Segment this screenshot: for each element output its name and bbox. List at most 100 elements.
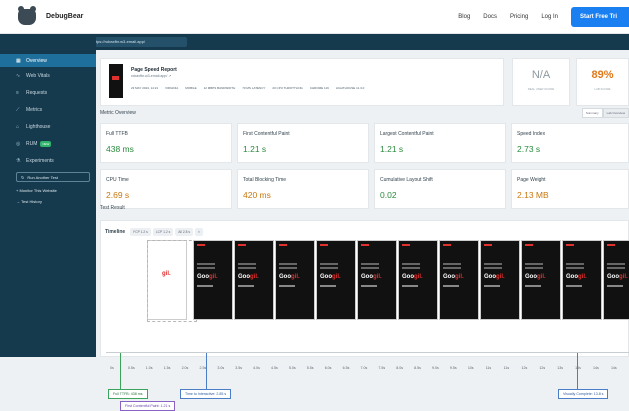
run-another-test-label: Run Another Test (27, 175, 58, 180)
sidebar-item-label: Experiments (26, 158, 54, 164)
metric-label: Full TTFB (106, 131, 128, 137)
sidebar-item-experiments[interactable]: ⚗ Experiments (0, 152, 96, 169)
bear-logo-icon (18, 9, 36, 25)
timeline-tick-label: 12s (521, 366, 539, 370)
filmstrip-frame[interactable]: Googil. (480, 240, 520, 320)
run-another-test-button[interactable]: ↻ Run Another Test (16, 172, 90, 182)
real-user-score-label: REAL USER SCORE (513, 87, 569, 91)
rum-icon: ◎ (16, 141, 22, 147)
filmstrip-frame[interactable]: Googil. (603, 240, 629, 320)
metric-value: 420 ms (243, 190, 271, 200)
frame-subtext-line (402, 285, 418, 287)
metric-value: 438 ms (106, 144, 134, 154)
close-icon[interactable]: × (195, 228, 203, 236)
filmstrip-frame[interactable]: Googil. (398, 240, 438, 320)
lab-score-label: LAB SCORE (577, 87, 628, 91)
frame-heading-text: Googil. (279, 274, 300, 280)
metric-card-full-ttfb[interactable]: Full TTFB 438 ms (100, 123, 232, 163)
refresh-icon: ↻ (21, 175, 24, 180)
all-filter-chip[interactable]: All 2.8 s (175, 228, 193, 236)
metric-card-fcp[interactable]: First Contentful Paint 1.21 s (237, 123, 369, 163)
lcp-filter-chip[interactable]: LCP 1.2 s (153, 228, 173, 236)
sidebar-item-web-vitals[interactable]: ∿ Web Vitals (0, 67, 96, 84)
report-url-link[interactable]: robaxfbr.w3-email.app/ ↗ (131, 74, 171, 78)
timeline-tick-label: 7.5s (378, 366, 396, 370)
timeline-tick-label: 3.5s (235, 366, 253, 370)
app-name: DebugBear (46, 13, 83, 20)
filmstrip-frame[interactable]: Googil. (439, 240, 479, 320)
timeline-tick-label: 0.5s (128, 366, 146, 370)
filmstrip-frame[interactable]: Googil. (275, 240, 315, 320)
filmstrip-frame[interactable]: Googil. (521, 240, 561, 320)
metric-card-tbt[interactable]: Total Blocking Time 420 ms (237, 169, 369, 209)
metric-card-lcp[interactable]: Largest Contentful Paint 1.21 s (374, 123, 506, 163)
timeline-axis (106, 352, 629, 353)
fcp-filter-chip[interactable]: FCP 1.2 s (130, 228, 151, 236)
filmstrip-frame[interactable]: gil. (147, 240, 187, 320)
sidebar-item-overview[interactable]: ▦ Overview (0, 54, 96, 67)
nav-docs-link[interactable]: Docs (483, 14, 497, 20)
metric-card-cpu-time[interactable]: CPU Time 2.69 s (100, 169, 232, 209)
toggle-lab-overview[interactable]: Lab Overview (603, 108, 629, 118)
start-free-trial-button[interactable]: Start Free Tri (571, 7, 629, 27)
app-logo[interactable]: DebugBear (18, 9, 83, 25)
filmstrip-frame[interactable]: Googil. (357, 240, 397, 320)
sidebar-item-metrics[interactable]: ⟋ Metrics (0, 101, 96, 118)
location-meta: VIRGINIA (165, 86, 178, 90)
grid-icon: ▦ (16, 58, 22, 64)
bandwidth-meta: 12 MBPS BANDWIDTH (204, 86, 236, 90)
frame-header-bar (443, 244, 451, 246)
browser-meta: CHROME 119 (310, 86, 329, 90)
latency-meta: 70 MS LATENCY (242, 86, 265, 90)
metric-card-speed-index[interactable]: Speed Index 2.73 s (511, 123, 629, 163)
sidebar-item-requests[interactable]: ≡ Requests (0, 84, 96, 101)
filmstrip-frame[interactable]: Googil. (562, 240, 602, 320)
frame-heading-text: Googil. (566, 274, 587, 280)
tested-url-field[interactable]: https://robaxfbr.w3-email.app/ (87, 37, 187, 47)
metric-card-cls[interactable]: Cumulative Layout Shift 0.02 (374, 169, 506, 209)
test-history-label: Test History (21, 199, 42, 204)
nav-login-link[interactable]: Log In (541, 14, 558, 20)
timeline-tick-label: 11s (504, 366, 522, 370)
timeline-tick-label: 9.0s (432, 366, 450, 370)
sidebar-item-rum[interactable]: ◎ RUM NEW (0, 135, 96, 152)
list-icon: ≡ (16, 90, 22, 96)
frame-text-lines (607, 263, 625, 265)
frame-heading-text: Googil. (443, 274, 464, 280)
metric-card-page-weight[interactable]: Page Weight 2.13 MB (511, 169, 629, 209)
frame-subtext-line (443, 285, 459, 287)
filmstrip-frame[interactable]: Googil. (234, 240, 274, 320)
filmstrip-frame[interactable]: Googil. (316, 240, 356, 320)
sidebar-item-label: RUM (26, 141, 37, 147)
nav-blog-link[interactable]: Blog (458, 14, 470, 20)
timeline-tick-label: 9.5s (450, 366, 468, 370)
tti-marker-line (206, 353, 207, 391)
ttfb-marker[interactable]: Full TTFB: 438 ms (108, 389, 148, 399)
test-history-link[interactable]: → Test History (16, 199, 96, 204)
fcp-marker[interactable]: First Contentful Paint: 1.21 s (120, 401, 175, 411)
timeline-tick-label: 13s (557, 366, 575, 370)
frame-subtext-line (361, 285, 377, 287)
timeline-tick-label: 14s (611, 366, 629, 370)
frame-subtext-line (525, 285, 541, 287)
frame-subtext-line (566, 285, 582, 287)
top-nav-links: Blog Docs Pricing Log In Start Free Tri (458, 0, 629, 34)
sidebar-item-lighthouse[interactable]: ⌂ Lighthouse (0, 118, 96, 135)
tti-marker[interactable]: Time to Interactive: 2.85 s (180, 389, 231, 399)
filmstrip-frame[interactable]: Googil. (193, 240, 233, 320)
toggle-summary[interactable]: Summary (582, 108, 603, 118)
nav-pricing-link[interactable]: Pricing (510, 14, 528, 20)
test-result-title: Test Result (100, 205, 125, 211)
timeline-tick-label: 12s (539, 366, 557, 370)
sidebar-item-label: Web Vitals (26, 73, 50, 79)
timeline-tick-label: 7.0s (360, 366, 378, 370)
frame-selection-outline (147, 240, 197, 322)
frame-header-bar (484, 244, 492, 246)
sidebar-item-label: Metrics (26, 107, 42, 113)
monitor-website-link[interactable]: + Monitor This Website (16, 188, 96, 193)
frame-text-lines (443, 263, 461, 265)
timeline-tick-label: 3.0s (217, 366, 235, 370)
visually-complete-marker[interactable]: Visually Complete: 13.8 s (558, 389, 608, 399)
frame-header-bar (197, 244, 205, 246)
metric-label: CPU Time (106, 177, 129, 183)
